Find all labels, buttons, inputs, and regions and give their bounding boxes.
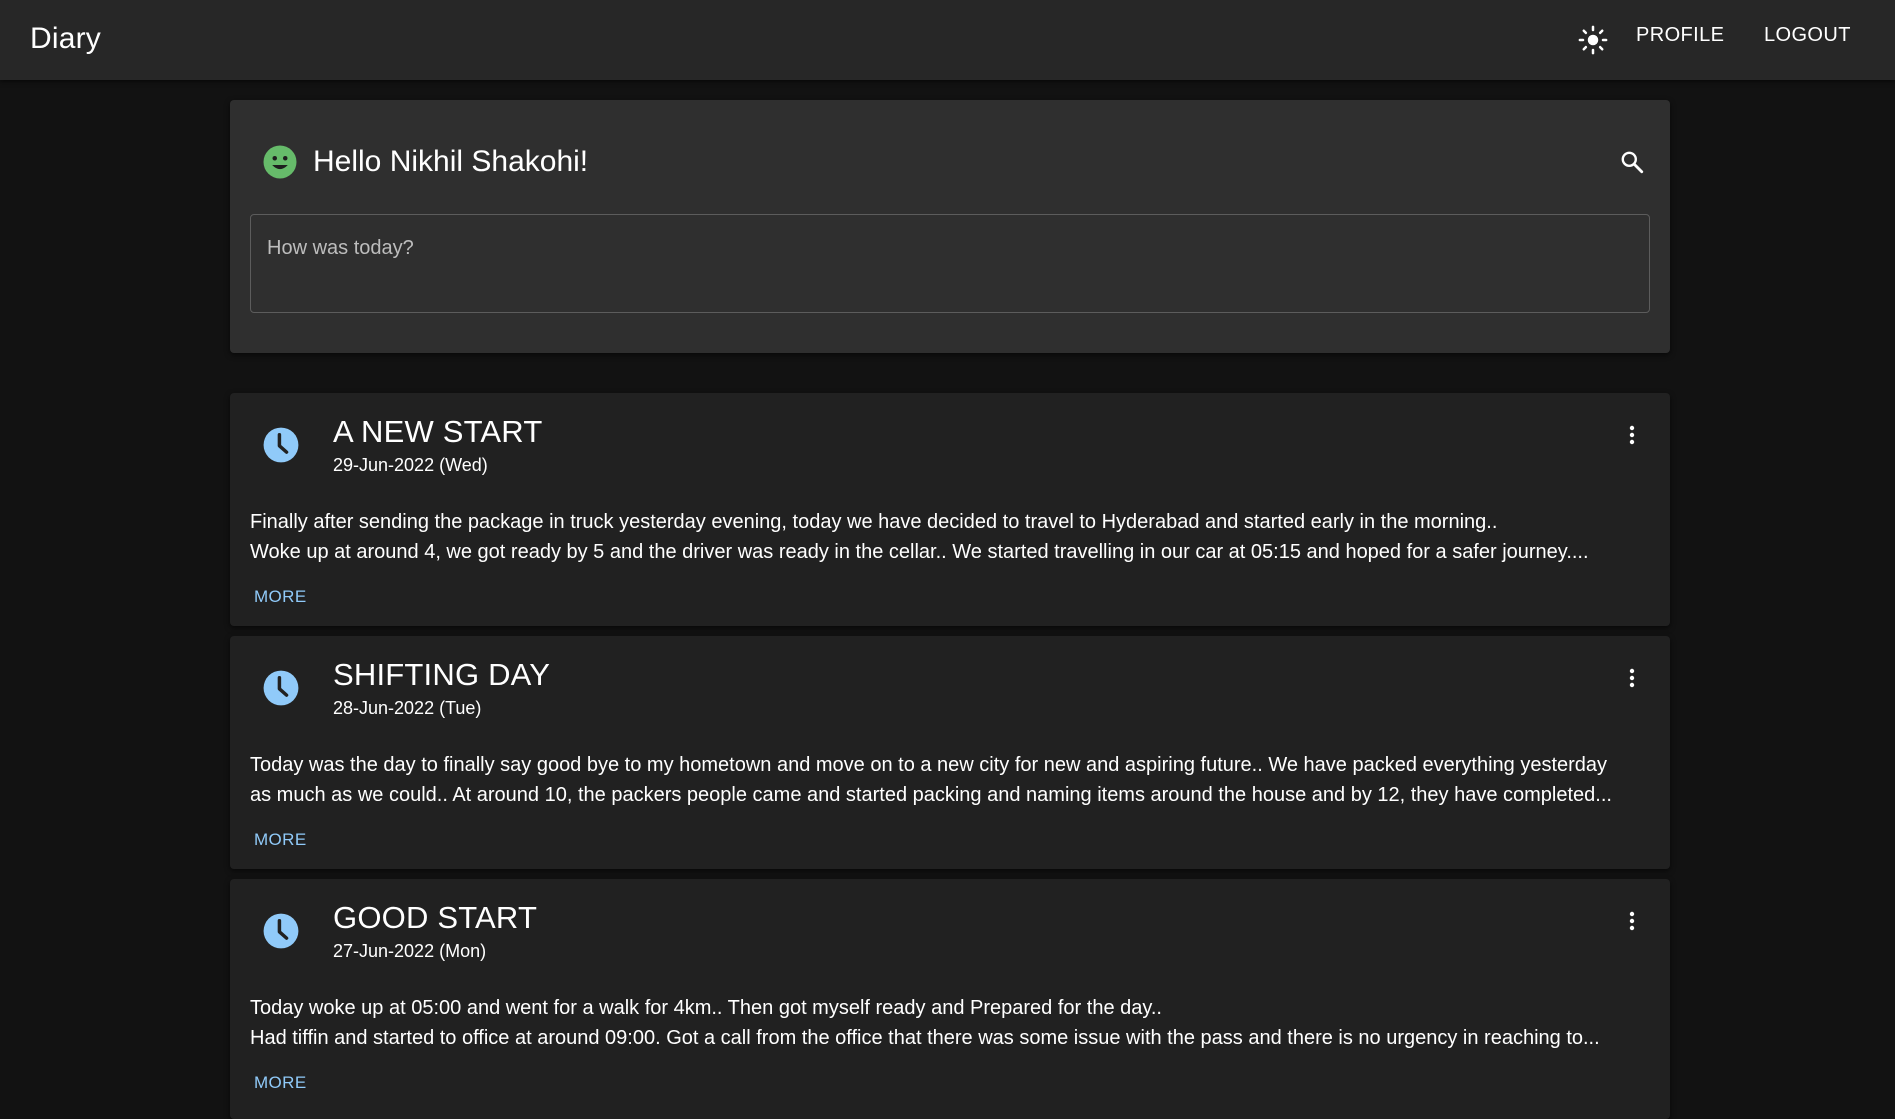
more-vert-icon	[1629, 425, 1635, 445]
clock-icon	[263, 427, 299, 463]
entry-menu-button[interactable]	[1616, 419, 1648, 451]
entry-preview: Finally after sending the package in tru…	[250, 507, 1650, 567]
more-button[interactable]: MORE	[254, 830, 307, 850]
today-input[interactable]	[250, 214, 1650, 313]
entry-preview-line: Today was the day to finally say good by…	[250, 754, 1608, 776]
clock-icon	[263, 913, 299, 949]
entry-menu-button[interactable]	[1616, 662, 1648, 694]
entry-date: 27-Jun-2022 (Mon)	[333, 941, 487, 961]
entry-title: SHIFTING DAY	[333, 657, 551, 692]
theme-toggle-button[interactable]	[1573, 20, 1613, 60]
search-icon	[1621, 151, 1644, 174]
search-button[interactable]	[1612, 142, 1652, 182]
profile-button[interactable]: PROFILE	[1636, 24, 1724, 47]
entry-date: 28-Jun-2022 (Tue)	[333, 698, 482, 718]
diary-entry[interactable]: A NEW START 29-Jun-2022 (Wed) Finally af…	[230, 393, 1670, 626]
app-title: Diary	[30, 22, 102, 55]
clock-icon	[263, 670, 299, 706]
smiley-icon	[263, 145, 297, 179]
entry-preview: Today woke up at 05:00 and went for a wa…	[250, 993, 1650, 1053]
more-button[interactable]: MORE	[254, 1073, 307, 1093]
entry-title: A NEW START	[333, 414, 543, 449]
entry-preview-line: Finally after sending the package in tru…	[250, 511, 1498, 533]
entry-preview-line: Today woke up at 05:00 and went for a wa…	[250, 997, 1162, 1019]
more-vert-icon	[1629, 668, 1635, 688]
diary-entry[interactable]: SHIFTING DAY 28-Jun-2022 (Tue) Today was…	[230, 636, 1670, 869]
app-bar: Diary PROFILE LOGOUT	[0, 0, 1895, 80]
entry-date: 29-Jun-2022 (Wed)	[333, 455, 488, 475]
entry-preview-line: Woke up at around 4, we got ready by 5 a…	[250, 541, 1589, 563]
composer-card: Hello Nikhil Shakohi!	[230, 100, 1670, 353]
entry-preview-line: Had tiffin and started to office at arou…	[250, 1027, 1600, 1049]
more-vert-icon	[1629, 911, 1635, 931]
entry-preview-line: as much as we could.. At around 10, the …	[250, 784, 1612, 806]
greeting-text: Hello Nikhil Shakohi!	[313, 145, 589, 178]
entry-title: GOOD START	[333, 900, 538, 935]
sun-icon	[1578, 25, 1608, 55]
diary-entry[interactable]: GOOD START 27-Jun-2022 (Mon) Today woke …	[230, 879, 1670, 1119]
entry-menu-button[interactable]	[1616, 905, 1648, 937]
entry-preview: Today was the day to finally say good by…	[250, 750, 1650, 810]
logout-button[interactable]: LOGOUT	[1764, 24, 1851, 47]
more-button[interactable]: MORE	[254, 587, 307, 607]
